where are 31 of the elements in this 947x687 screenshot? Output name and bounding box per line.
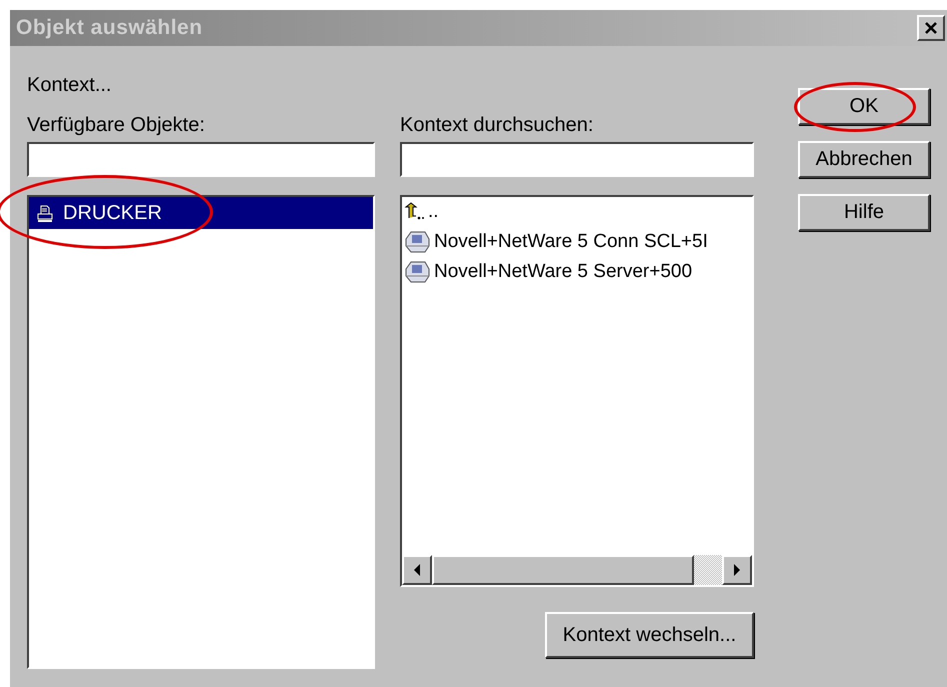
change-context-button[interactable]: Kontext wechseln... [545, 612, 754, 658]
item-label: DRUCKER [63, 202, 162, 224]
server-icon [404, 260, 430, 284]
list-item[interactable]: .. [402, 197, 752, 227]
scroll-left-button[interactable] [402, 555, 432, 585]
item-label: .. [428, 201, 439, 223]
dialog-button[interactable]: OK [798, 88, 930, 125]
printer-icon [35, 203, 55, 223]
scroll-thumb[interactable] [432, 555, 694, 585]
list-item[interactable]: DRUCKER [29, 197, 373, 229]
list-item[interactable]: Novell+NetWare 5 Server+500 [402, 257, 752, 287]
close-button[interactable] [917, 15, 945, 41]
list-item[interactable]: Novell+NetWare 5 Conn SCL+5I [402, 227, 752, 257]
dialog-button[interactable]: Hilfe [798, 194, 930, 231]
scroll-track[interactable] [694, 555, 722, 585]
server-icon [404, 230, 430, 254]
available-objects-label: Verfügbare Objekte: [27, 114, 206, 138]
search-context-field[interactable] [400, 142, 754, 177]
search-context-label: Kontext durchsuchen: [400, 114, 594, 138]
scroll-right-button[interactable] [722, 555, 752, 585]
right-arrow-icon [733, 564, 741, 576]
horizontal-scrollbar[interactable] [402, 555, 752, 585]
item-label: Novell+NetWare 5 Server+500 [434, 261, 692, 283]
dialog-button[interactable]: Abbrechen [798, 141, 930, 178]
available-objects-field[interactable] [27, 142, 375, 177]
context-label: Kontext... [27, 74, 112, 98]
up-folder-icon [404, 202, 424, 222]
left-arrow-icon [413, 564, 421, 576]
window-title: Objekt auswählen [16, 16, 203, 40]
item-label: Novell+NetWare 5 Conn SCL+5I [434, 231, 708, 253]
close-icon [924, 21, 938, 35]
